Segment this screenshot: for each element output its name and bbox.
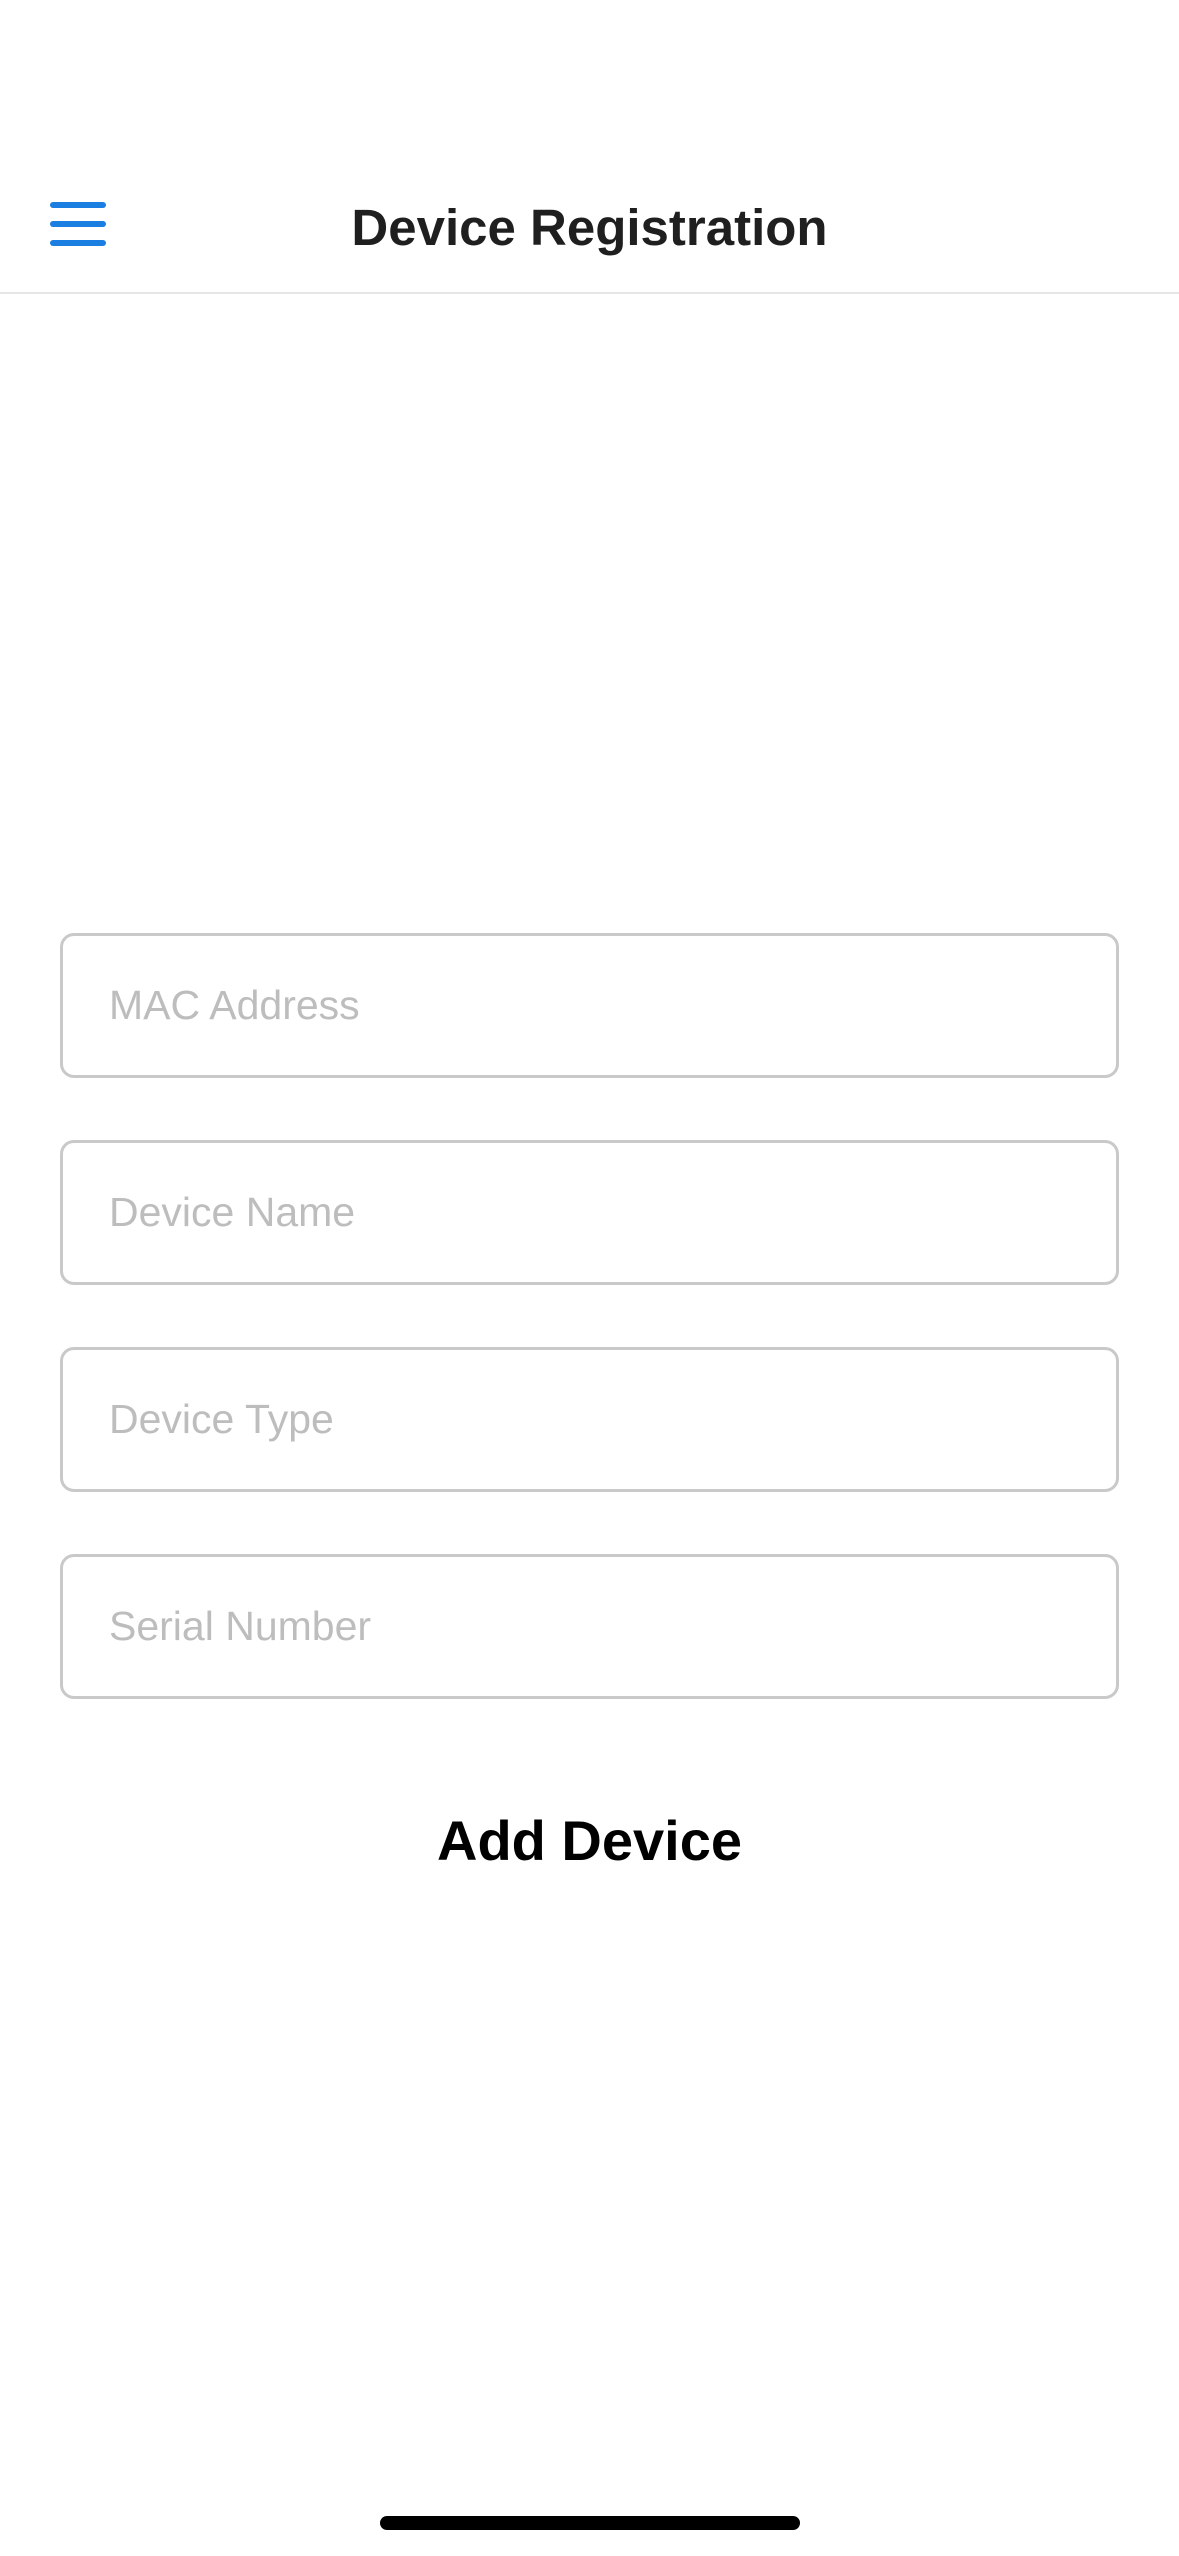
- serial-number-input[interactable]: [60, 1554, 1119, 1699]
- navigation-header: Device Registration: [0, 0, 1179, 294]
- device-type-input[interactable]: [60, 1347, 1119, 1492]
- device-name-input[interactable]: [60, 1140, 1119, 1285]
- add-device-button[interactable]: Add Device: [0, 1800, 1179, 1880]
- home-indicator[interactable]: [380, 2516, 800, 2530]
- mac-address-input[interactable]: [60, 933, 1119, 1078]
- device-registration-form: [60, 933, 1119, 1761]
- page-title: Device Registration: [351, 199, 828, 256]
